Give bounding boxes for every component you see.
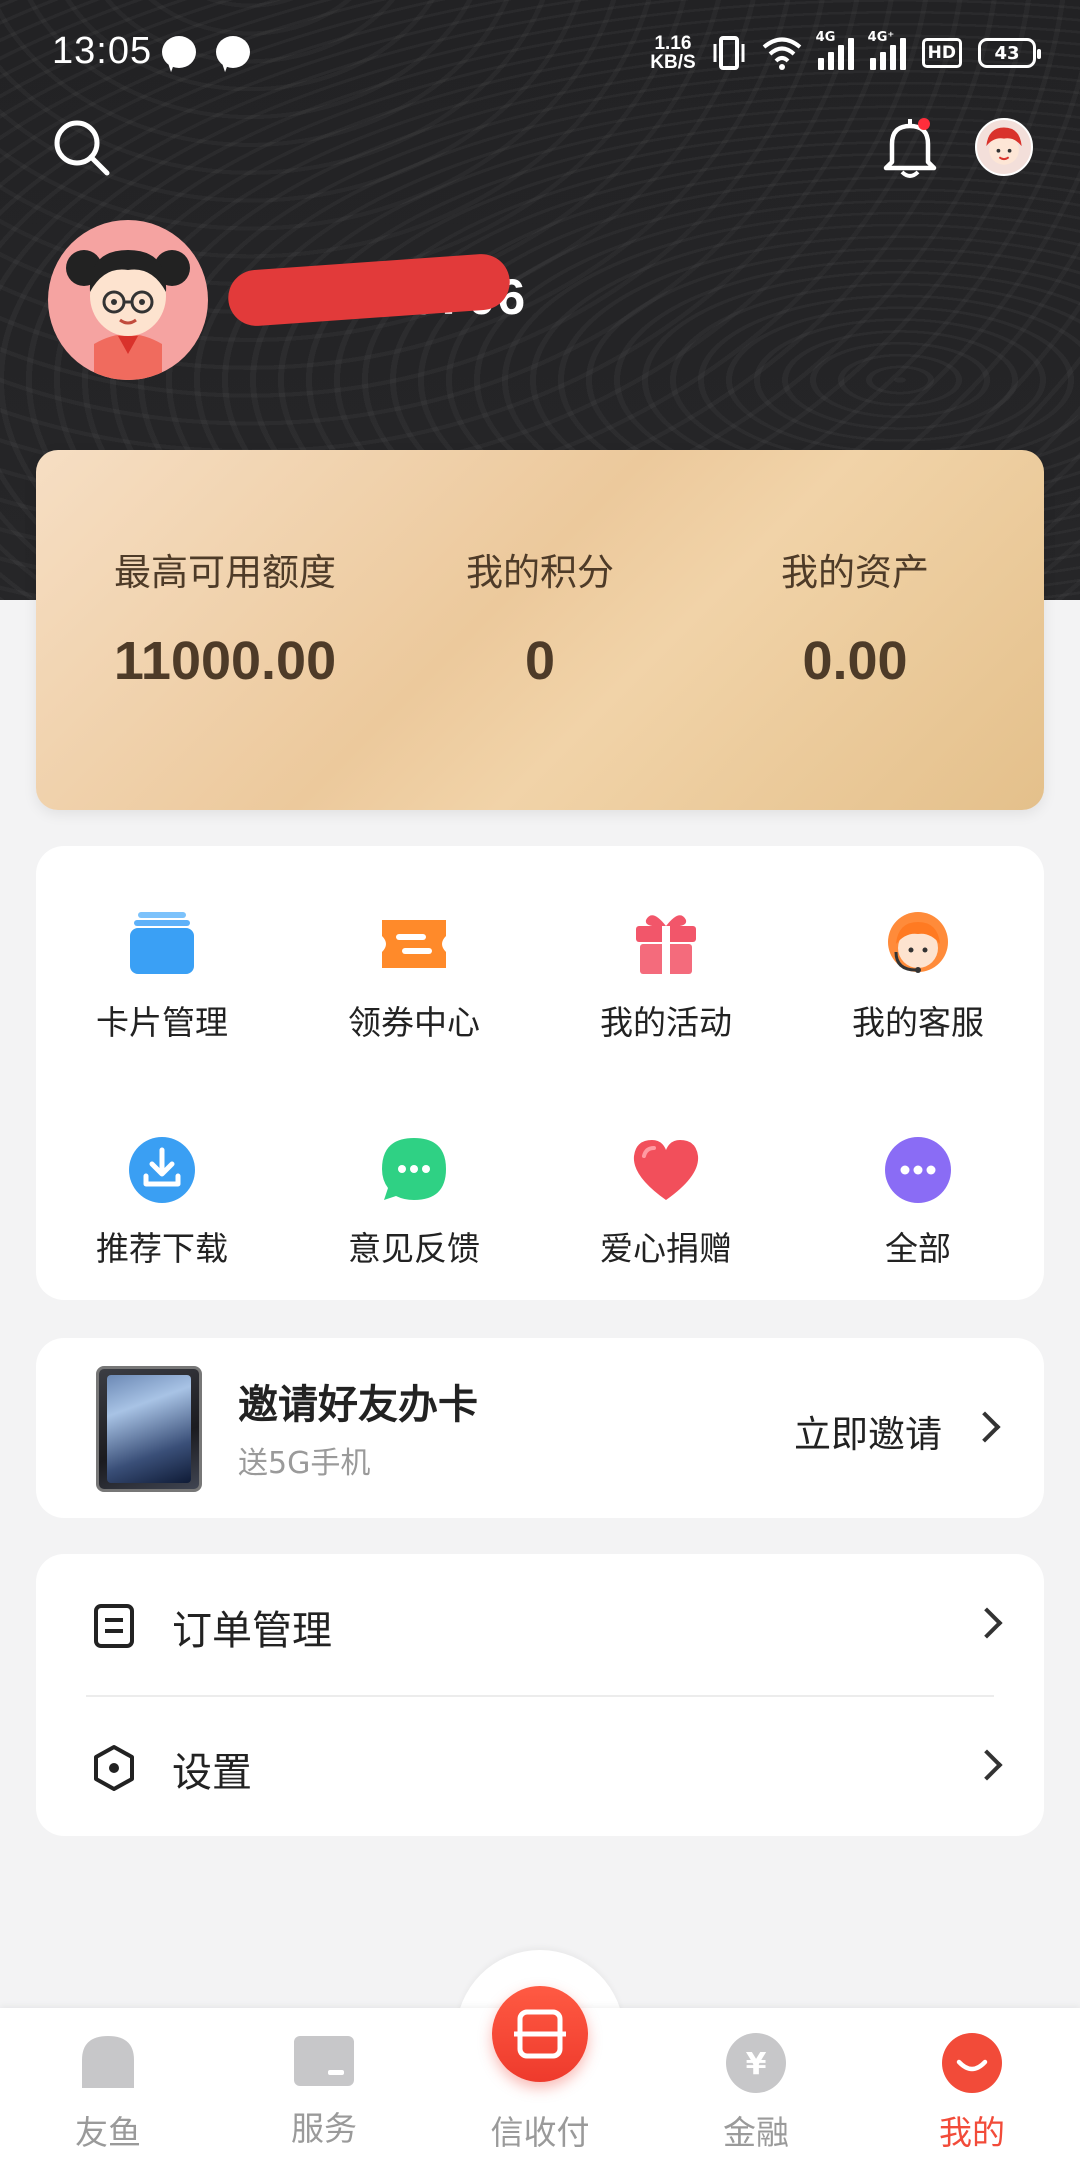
grid-label: 意见反馈 xyxy=(348,1229,480,1268)
tab-label: 信收付 xyxy=(490,2113,590,2152)
stat-label: 我的资产 xyxy=(781,551,929,594)
grid-item-charity-donation[interactable]: 爱心捐赠 xyxy=(540,1082,792,1282)
more-icon xyxy=(885,1137,951,1203)
stat-credit-limit[interactable]: 最高可用额度 11000.00 xyxy=(60,450,390,810)
svg-text:¥: ¥ xyxy=(746,2047,767,2082)
status-icons: 1.16 KB/S 4G 4G⁺ HD 43 xyxy=(650,28,1041,78)
network-speed-unit: KB/S xyxy=(650,52,696,73)
grid-item-card-management[interactable]: 卡片管理 xyxy=(36,856,288,1056)
vibrate-icon xyxy=(713,36,745,70)
battery-level: 43 xyxy=(994,42,1020,64)
tab-scan-pay[interactable]: 信收付 xyxy=(470,2024,610,2154)
stat-value: 0.00 xyxy=(802,631,908,691)
stat-label: 最高可用额度 xyxy=(114,551,336,594)
grid-item-download[interactable]: 推荐下载 xyxy=(36,1082,288,1282)
invite-now-button[interactable]: 立即邀请 xyxy=(794,1404,942,1458)
grid-item-customer-service[interactable]: 我的客服 xyxy=(792,856,1044,1056)
menu-label: 订单管理 xyxy=(172,1608,332,1654)
gift-icon xyxy=(636,915,696,974)
signal-icon: 4G⁺ xyxy=(868,30,906,70)
feedback-icon xyxy=(382,1138,446,1200)
menu-item-order-management[interactable]: 订单管理 xyxy=(36,1554,1044,1697)
stat-value: 0 xyxy=(524,631,556,691)
mascot-avatar-icon[interactable] xyxy=(975,118,1033,176)
stat-label: 我的积分 xyxy=(466,551,614,594)
tab-label: 友鱼 xyxy=(75,2113,141,2152)
invite-subtitle: 送5G手机 xyxy=(238,1446,371,1481)
grid-label: 爱心捐赠 xyxy=(600,1229,732,1268)
hd-icon: HD xyxy=(921,38,962,68)
tab-service[interactable]: 服务 xyxy=(254,2024,394,2154)
network-speed-value: 1.16 xyxy=(654,33,692,54)
bell-icon[interactable] xyxy=(880,116,940,180)
coupon-icon xyxy=(382,920,446,968)
service-icon xyxy=(294,2036,354,2086)
account-summary-card: 最高可用额度 11000.00 我的积分 0 我的资产 0.00 xyxy=(36,450,1044,810)
invite-friends-banner[interactable]: 邀请好友办卡 送5G手机 立即邀请 xyxy=(36,1338,1044,1518)
grid-label: 卡片管理 xyxy=(96,1003,228,1042)
card-management-icon xyxy=(130,912,194,974)
chevron-right-icon xyxy=(971,1607,1003,1639)
tab-finance[interactable]: ¥ 金融 xyxy=(686,2024,826,2154)
grid-label: 我的活动 xyxy=(600,1003,732,1042)
chevron-right-icon xyxy=(971,1749,1003,1781)
wifi-icon xyxy=(762,37,801,70)
settings-menu: 订单管理 设置 xyxy=(36,1554,1044,1836)
status-time: 13:05 xyxy=(52,30,153,72)
phone-promo-image xyxy=(96,1366,202,1492)
user-avatar[interactable] xyxy=(48,220,208,380)
grid-item-all[interactable]: 全部 xyxy=(792,1082,1044,1282)
grid-label: 全部 xyxy=(885,1229,951,1268)
home-icon xyxy=(82,2036,134,2088)
invite-title: 邀请好友办卡 xyxy=(238,1382,478,1428)
tab-label: 金融 xyxy=(723,2113,789,2152)
tab-mine[interactable]: 我的 xyxy=(902,2024,1042,2154)
grid-item-my-activities[interactable]: 我的活动 xyxy=(540,856,792,1056)
grid-label: 我的客服 xyxy=(852,1003,984,1042)
feature-grid: 卡片管理 领券中心 我的活动 我的客服 推荐下载 意见反馈 爱心捐赠 全部 xyxy=(36,846,1044,1300)
chevron-right-icon xyxy=(969,1411,1001,1443)
settings-icon xyxy=(94,1745,134,1791)
tab-label: 我的 xyxy=(939,2113,1005,2152)
chat-notification-icon xyxy=(162,36,196,68)
download-icon xyxy=(129,1137,195,1203)
tab-label: 服务 xyxy=(291,2109,357,2148)
yen-icon: ¥ xyxy=(726,2033,786,2093)
network-type-2: 4G⁺ xyxy=(867,30,895,45)
grid-label: 领券中心 xyxy=(348,1003,480,1042)
grid-item-coupon-center[interactable]: 领券中心 xyxy=(288,856,540,1056)
customer-service-icon xyxy=(888,912,948,973)
order-icon xyxy=(94,1604,134,1648)
stat-assets[interactable]: 我的资产 0.00 xyxy=(690,450,1020,810)
heart-icon xyxy=(633,1140,699,1200)
profile-icon xyxy=(942,2033,1002,2093)
status-bar: 13:05 1.16 KB/S 4G 4G⁺ HD 43 xyxy=(0,0,1080,110)
chat-notification-icon xyxy=(216,36,250,68)
stat-value: 11000.00 xyxy=(113,631,337,691)
network-speed: 1.16 KB/S xyxy=(650,34,695,72)
tab-home[interactable]: 友鱼 xyxy=(38,2024,178,2154)
search-icon[interactable] xyxy=(52,118,112,178)
grid-item-feedback[interactable]: 意见反馈 xyxy=(288,1082,540,1282)
battery-icon: 43 xyxy=(978,38,1041,68)
notification-dot xyxy=(918,118,930,130)
menu-label: 设置 xyxy=(172,1750,252,1796)
menu-item-settings[interactable]: 设置 xyxy=(36,1696,1044,1836)
network-type-1: 4G xyxy=(815,30,836,45)
stat-points[interactable]: 我的积分 0 xyxy=(375,450,705,810)
grid-label: 推荐下载 xyxy=(96,1229,228,1268)
signal-icon: 4G xyxy=(816,30,854,70)
